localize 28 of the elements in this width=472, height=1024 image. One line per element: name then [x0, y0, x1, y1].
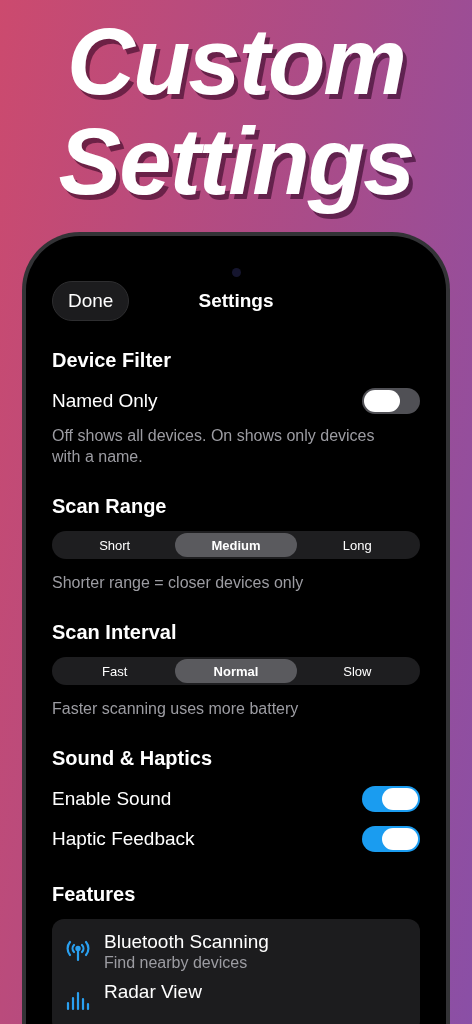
- done-button[interactable]: Done: [52, 281, 130, 321]
- toggle-switch[interactable]: [362, 826, 420, 852]
- segment-option[interactable]: Normal: [175, 659, 297, 683]
- headline: Custom: [67, 12, 405, 112]
- setting-label: Haptic Feedback: [52, 828, 195, 850]
- headline: Settings: [58, 112, 414, 212]
- segment-option[interactable]: Slow: [296, 659, 418, 683]
- section-heading: Scan Range: [52, 494, 168, 519]
- hint-text: Faster scanning uses more battery: [52, 699, 300, 719]
- segment-option[interactable]: Fast: [54, 659, 176, 683]
- section-heading: Sound & Haptics: [52, 746, 213, 771]
- feature-title: Bluetooth Scanning: [104, 931, 269, 953]
- camera-icon: [231, 268, 241, 277]
- segment-option[interactable]: Medium: [175, 533, 297, 557]
- toggle-switch[interactable]: [362, 786, 420, 812]
- toggle-switch[interactable]: [362, 388, 420, 414]
- screen-title: Settings: [198, 290, 274, 311]
- section-heading: Features: [52, 882, 137, 907]
- hint-text: Off shows all devices. On shows only devices with a name.: [52, 426, 376, 467]
- section-heading: Scan Interval: [52, 620, 178, 645]
- section-heading: Device Filter: [52, 348, 172, 373]
- setting-label: Enable Sound: [52, 788, 172, 810]
- hint-text: Shorter range = closer devices only: [52, 573, 305, 593]
- setting-label: Named Only: [52, 390, 158, 412]
- feature-subtitle: Find nearby devices: [104, 953, 249, 973]
- feature-title: Radar View: [104, 981, 202, 1003]
- segment-option[interactable]: Short: [54, 533, 176, 557]
- segment-option[interactable]: Long: [296, 533, 418, 557]
